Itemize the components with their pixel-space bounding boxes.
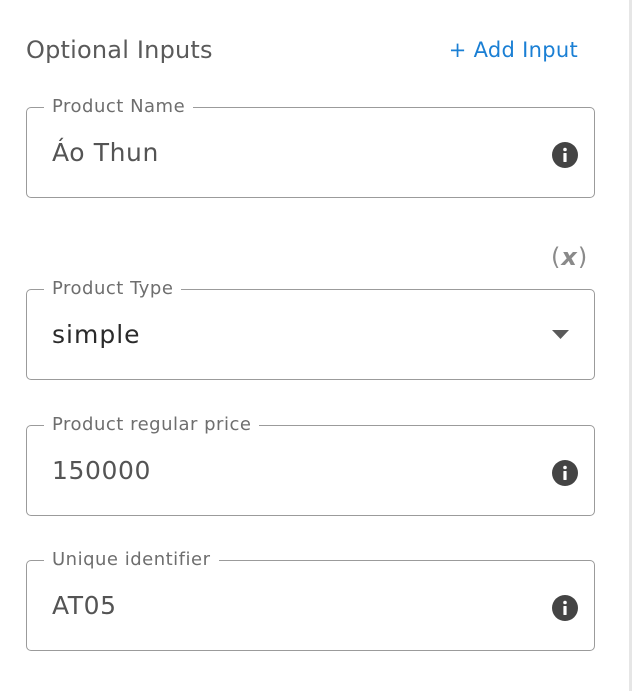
product-name-value[interactable]: Áo Thun xyxy=(52,108,159,197)
info-icon[interactable] xyxy=(552,142,578,168)
product-type-select[interactable]: Product Type simple xyxy=(26,278,595,380)
add-input-button[interactable]: + Add Input xyxy=(449,38,578,62)
product-type-value[interactable]: simple xyxy=(52,290,141,379)
unique-identifier-value[interactable]: AT05 xyxy=(52,561,117,650)
info-icon[interactable] xyxy=(552,460,578,486)
product-regular-price-value[interactable]: 150000 xyxy=(52,426,151,515)
variable-toggle-button[interactable]: (x) xyxy=(551,243,588,271)
unique-identifier-field[interactable]: Unique identifier AT05 xyxy=(26,549,595,651)
section-title: Optional Inputs xyxy=(26,36,213,64)
info-icon[interactable] xyxy=(552,595,578,621)
panel-header: Optional Inputs + Add Input xyxy=(26,30,578,70)
optional-inputs-panel: Optional Inputs + Add Input Product Name… xyxy=(0,0,632,691)
variable-x-icon: x xyxy=(561,243,578,271)
variable-toggle-open: ( xyxy=(551,243,562,271)
product-name-field[interactable]: Product Name Áo Thun xyxy=(26,96,595,198)
chevron-down-icon[interactable] xyxy=(552,330,569,339)
product-regular-price-field[interactable]: Product regular price 150000 xyxy=(26,414,595,516)
variable-toggle-close: ) xyxy=(577,243,589,271)
